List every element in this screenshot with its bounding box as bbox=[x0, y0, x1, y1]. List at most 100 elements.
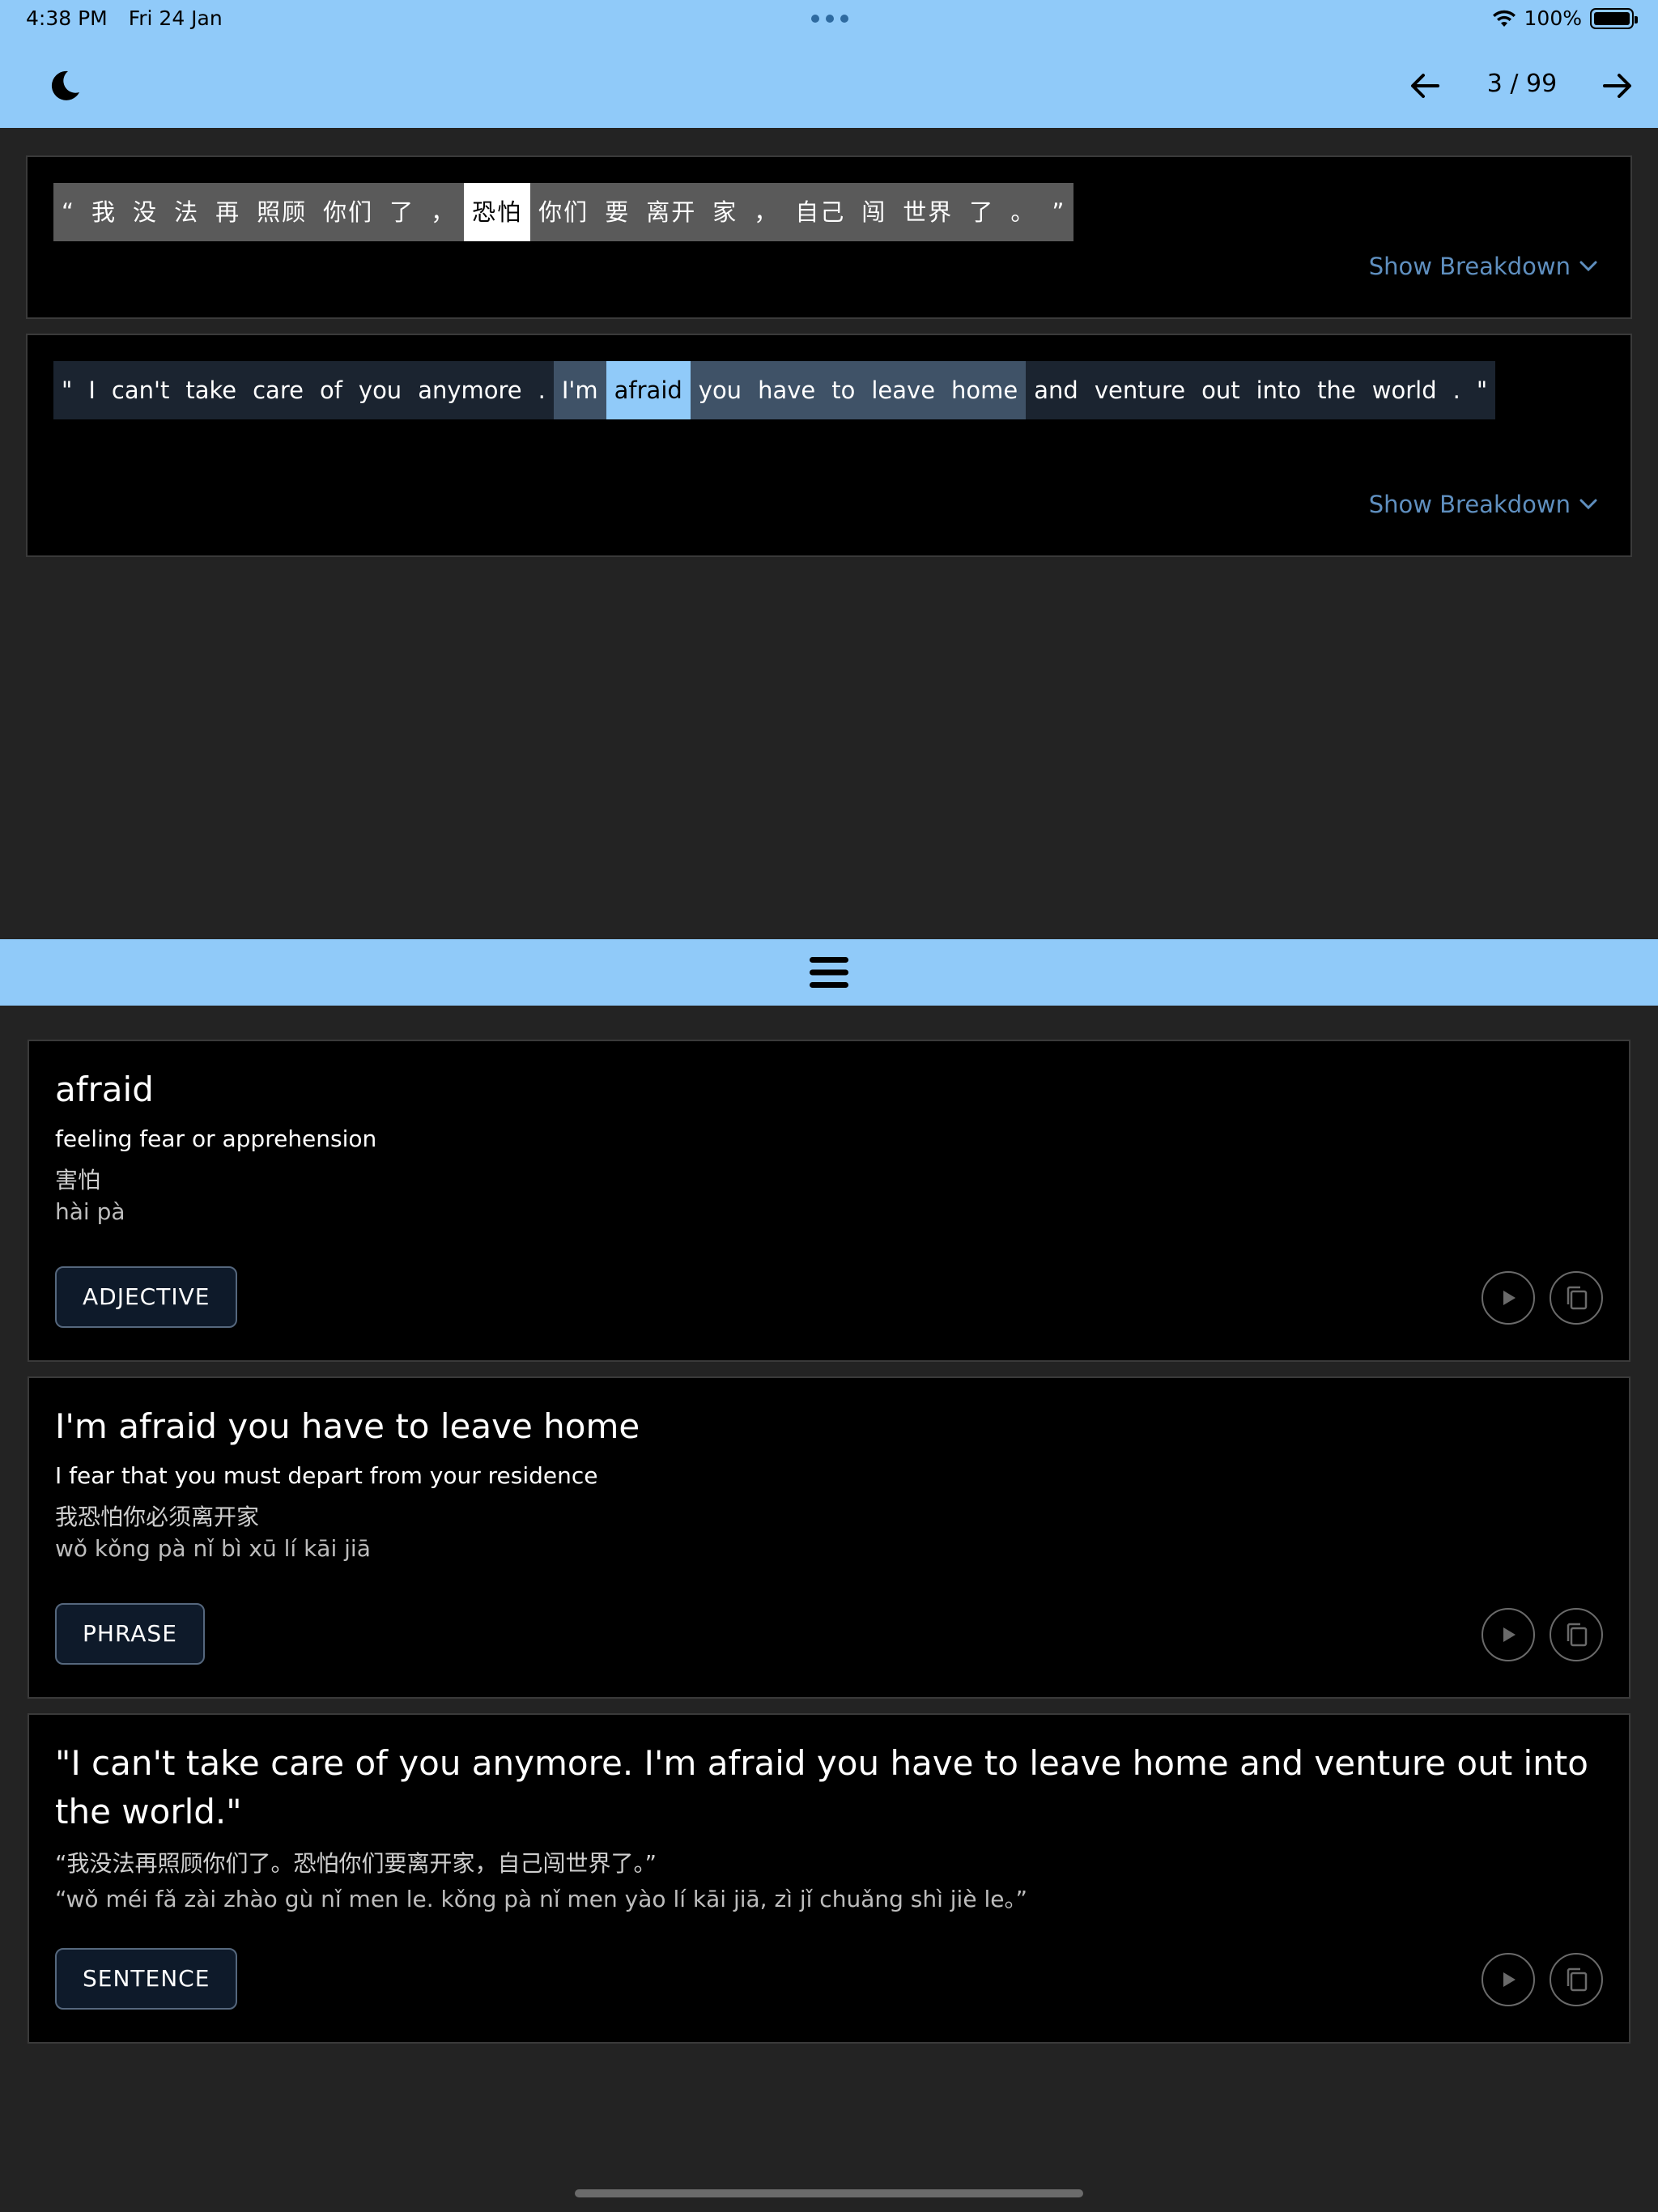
status-time: 4:38 PM bbox=[26, 6, 108, 30]
english-token[interactable]: I bbox=[80, 361, 104, 419]
card-actions bbox=[1482, 1953, 1603, 2006]
english-token[interactable]: the bbox=[1309, 361, 1364, 419]
english-token[interactable]: home bbox=[943, 361, 1027, 419]
chevron-down-icon bbox=[1579, 499, 1597, 510]
chinese-token[interactable]: 法 bbox=[166, 183, 208, 241]
english-token[interactable]: can't bbox=[103, 361, 178, 419]
card-chinese: “我没法再照顾你们了。恐怕你们要离开家，自己闯世界了。” bbox=[55, 1850, 657, 1877]
status-date: Fri 24 Jan bbox=[128, 6, 223, 30]
chevron-down-icon bbox=[1579, 261, 1597, 272]
status-bar-right: 100% bbox=[1492, 6, 1638, 30]
vocab-card-phrase: I'm afraid you have to leave home I fear… bbox=[28, 1376, 1630, 1699]
card-definition: feeling fear or apprehension bbox=[55, 1125, 377, 1152]
english-token[interactable]: care bbox=[244, 361, 312, 419]
copy-icon bbox=[1567, 1623, 1588, 1647]
chinese-token[interactable]: 我 bbox=[83, 183, 125, 241]
chinese-token[interactable]: 再 bbox=[207, 183, 249, 241]
english-token[interactable]: anymore bbox=[410, 361, 530, 419]
vocab-card-sentence: "I can't take care of you anymore. I'm a… bbox=[28, 1713, 1630, 2044]
chinese-token[interactable]: 自己 bbox=[787, 183, 854, 241]
chinese-token[interactable]: 你们 bbox=[315, 183, 382, 241]
drawer-handle-bar[interactable] bbox=[0, 939, 1658, 1006]
chinese-token[interactable]: 恐怕 bbox=[464, 183, 531, 241]
english-token[interactable]: out bbox=[1193, 361, 1248, 419]
play-icon bbox=[1503, 1972, 1516, 1987]
english-token[interactable]: and bbox=[1026, 361, 1086, 419]
card-title: "I can't take care of you anymore. I'm a… bbox=[55, 1743, 1588, 1831]
chinese-token[interactable]: 你们 bbox=[530, 183, 597, 241]
chinese-token[interactable]: 家 bbox=[704, 183, 746, 241]
chinese-token[interactable]: 闯 bbox=[853, 183, 895, 241]
english-token[interactable]: you bbox=[690, 361, 750, 419]
english-token[interactable]: " bbox=[1468, 361, 1496, 419]
card-pinyin: wǒ kǒng pà nǐ bì xū lí kāi jiā bbox=[55, 1535, 371, 1562]
chinese-token[interactable]: 。 bbox=[1002, 183, 1044, 241]
page-counter: 3 / 99 bbox=[1486, 70, 1558, 98]
part-of-speech-tag[interactable]: ADJECTIVE bbox=[55, 1266, 238, 1328]
play-audio-button[interactable] bbox=[1482, 1271, 1535, 1325]
english-token[interactable]: . bbox=[1444, 361, 1469, 419]
chinese-token[interactable]: “ bbox=[53, 183, 84, 241]
arrow-right-icon[interactable] bbox=[1598, 66, 1637, 105]
chinese-token[interactable]: 没 bbox=[125, 183, 167, 241]
english-token[interactable]: venture bbox=[1086, 361, 1194, 419]
show-breakdown-button-english[interactable]: Show Breakdown bbox=[1369, 491, 1598, 518]
english-token[interactable]: have bbox=[750, 361, 824, 419]
card-title: I'm afraid you have to leave home bbox=[55, 1406, 640, 1446]
part-of-speech-tag[interactable]: SENTENCE bbox=[55, 1948, 238, 2010]
copy-button[interactable] bbox=[1550, 1271, 1603, 1325]
english-token[interactable]: into bbox=[1248, 361, 1310, 419]
card-chinese: 害怕 bbox=[55, 1167, 101, 1193]
top-bar: 4:38 PM Fri 24 Jan 100% 3 / 99 bbox=[0, 0, 1658, 128]
vocab-card-word: afraid feeling fear or apprehension 害怕 h… bbox=[28, 1040, 1630, 1362]
chinese-token-row: “我没法再照顾 你们了，恐怕 你们要离开家，自己闯世界了。” bbox=[53, 183, 1601, 241]
show-breakdown-label: Show Breakdown bbox=[1368, 491, 1571, 518]
card-definition: I fear that you must depart from your re… bbox=[55, 1462, 598, 1489]
show-breakdown-label: Show Breakdown bbox=[1368, 253, 1571, 280]
chinese-sentence-panel: “我没法再照顾 你们了，恐怕 你们要离开家，自己闯世界了。” Show Breakd… bbox=[26, 155, 1632, 319]
chinese-token[interactable]: 照顾 bbox=[249, 183, 316, 241]
english-token[interactable]: " bbox=[53, 361, 81, 419]
card-actions bbox=[1482, 1608, 1603, 1661]
moon-icon[interactable] bbox=[47, 68, 83, 104]
play-icon bbox=[1503, 1627, 1516, 1642]
battery-percent: 100% bbox=[1524, 6, 1582, 30]
chinese-token[interactable]: 了 bbox=[961, 183, 1003, 241]
chinese-token[interactable]: 离开 bbox=[638, 183, 705, 241]
english-token[interactable]: I'm bbox=[553, 361, 606, 419]
play-audio-button[interactable] bbox=[1482, 1608, 1535, 1661]
show-breakdown-button-chinese[interactable]: Show Breakdown bbox=[1369, 253, 1598, 280]
chinese-token[interactable]: ， bbox=[746, 183, 788, 241]
battery-icon bbox=[1590, 7, 1638, 29]
arrow-left-icon[interactable] bbox=[1405, 66, 1444, 105]
chinese-token[interactable]: 世界 bbox=[895, 183, 962, 241]
copy-button[interactable] bbox=[1550, 1953, 1603, 2006]
card-title: afraid bbox=[55, 1070, 154, 1109]
status-bar-left: 4:38 PM Fri 24 Jan bbox=[26, 6, 237, 30]
menu-icon[interactable] bbox=[808, 954, 850, 991]
home-indicator[interactable] bbox=[575, 2189, 1083, 2197]
chinese-token[interactable]: 了 bbox=[381, 183, 423, 241]
english-token[interactable]: leave bbox=[863, 361, 944, 419]
english-token[interactable]: you bbox=[350, 361, 410, 419]
play-audio-button[interactable] bbox=[1482, 1953, 1535, 2006]
card-actions bbox=[1482, 1271, 1603, 1325]
english-token[interactable]: . bbox=[529, 361, 554, 419]
card-chinese: 我恐怕你必须离开家 bbox=[55, 1504, 260, 1530]
multitasking-dots-icon[interactable] bbox=[811, 15, 848, 23]
english-token[interactable]: take bbox=[177, 361, 245, 419]
english-token-row: " Ican't take care of you anymore. I'm afraid you… bbox=[53, 361, 1601, 419]
part-of-speech-tag[interactable]: PHRASE bbox=[55, 1603, 205, 1665]
card-pinyin: “wǒ méi fǎ zài zhào gù nǐ men le. kǒng p… bbox=[55, 1886, 1027, 1912]
english-token[interactable]: afraid bbox=[606, 361, 691, 419]
english-token[interactable]: to bbox=[823, 361, 864, 419]
chinese-token[interactable]: ” bbox=[1044, 183, 1074, 241]
wifi-icon bbox=[1492, 10, 1516, 27]
copy-icon bbox=[1567, 1286, 1588, 1310]
chinese-token[interactable]: 要 bbox=[597, 183, 639, 241]
copy-button[interactable] bbox=[1550, 1608, 1603, 1661]
chinese-token[interactable]: ， bbox=[423, 183, 465, 241]
english-token[interactable]: of bbox=[311, 361, 351, 419]
card-pinyin: hài pà bbox=[55, 1198, 125, 1225]
english-token[interactable]: world bbox=[1363, 361, 1445, 419]
